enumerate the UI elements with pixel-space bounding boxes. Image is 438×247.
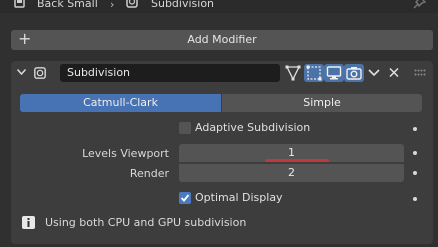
show-in-viewport-toggle[interactable]: [324, 64, 344, 82]
modifier-name-input[interactable]: Subdivision: [60, 64, 280, 82]
on-cage-icon: [306, 65, 322, 81]
object-name[interactable]: Back Small: [37, 0, 98, 10]
collapse-chevron-icon[interactable]: [17, 69, 26, 75]
subdivision-modifier-icon: [34, 67, 46, 79]
modifier-name-value: Subdivision: [67, 66, 131, 79]
animate-property-dot-icon[interactable]: [413, 171, 417, 175]
optimal-display-label[interactable]: Optimal Display: [195, 191, 283, 204]
breadcrumb-separator-icon: ›: [110, 0, 115, 11]
tab-catmull-clark[interactable]: Catmull-Clark: [20, 94, 221, 112]
levels-viewport-field[interactable]: 1: [179, 144, 404, 162]
render-levels-label: Render: [129, 167, 169, 180]
subdivision-modifier-panel: Subdivision Catmull-Clark Simple Adaptiv…: [11, 61, 433, 244]
tab-catmull-clark-label: Catmull-Clark: [83, 96, 158, 109]
remove-modifier-button[interactable]: [387, 64, 401, 82]
render-camera-icon: [346, 67, 362, 80]
optimal-display-checkbox[interactable]: [179, 192, 191, 204]
pin-icon[interactable]: [412, 0, 426, 10]
levels-viewport-value: 1: [288, 146, 295, 159]
close-icon: [389, 67, 399, 78]
gpu-subdivision-info-text: Using both CPU and GPU subdivision: [45, 216, 247, 229]
drag-handle-icon[interactable]: [414, 69, 426, 77]
render-levels-field[interactable]: 2: [179, 164, 404, 182]
edit-mode-icon: [285, 65, 301, 81]
animate-property-dot-icon[interactable]: [413, 127, 417, 131]
viewport-monitor-icon: [326, 66, 342, 80]
edit-mode-toggle[interactable]: [283, 64, 303, 82]
add-modifier-button[interactable]: + Add Modifier: [11, 29, 433, 50]
tab-simple[interactable]: Simple: [222, 94, 422, 112]
levels-viewport-label: Levels Viewport: [82, 147, 169, 160]
checkmark-icon: [180, 194, 190, 202]
render-levels-value: 2: [288, 166, 295, 179]
adaptive-subdivision-checkbox[interactable]: [179, 122, 191, 134]
properties-header: Back Small › Subdivision: [0, 0, 438, 13]
adaptive-subdivision-label[interactable]: Adaptive Subdivision: [195, 121, 310, 134]
on-cage-toggle[interactable]: [304, 64, 324, 82]
subdivision-modifier-icon: [126, 0, 138, 8]
chevron-down-icon: [368, 69, 380, 77]
animate-property-dot-icon[interactable]: [413, 197, 417, 201]
add-modifier-label: Add Modifier: [187, 33, 257, 46]
modifier-breadcrumb-label[interactable]: Subdivision: [151, 0, 214, 10]
animate-property-dot-icon[interactable]: [413, 151, 417, 155]
tab-simple-label: Simple: [303, 96, 341, 109]
object-data-icon: [14, 0, 25, 8]
annotation-underline: [265, 159, 329, 162]
info-icon: [22, 216, 35, 229]
show-in-render-toggle[interactable]: [344, 64, 364, 82]
modifier-options-dropdown[interactable]: [367, 64, 381, 82]
